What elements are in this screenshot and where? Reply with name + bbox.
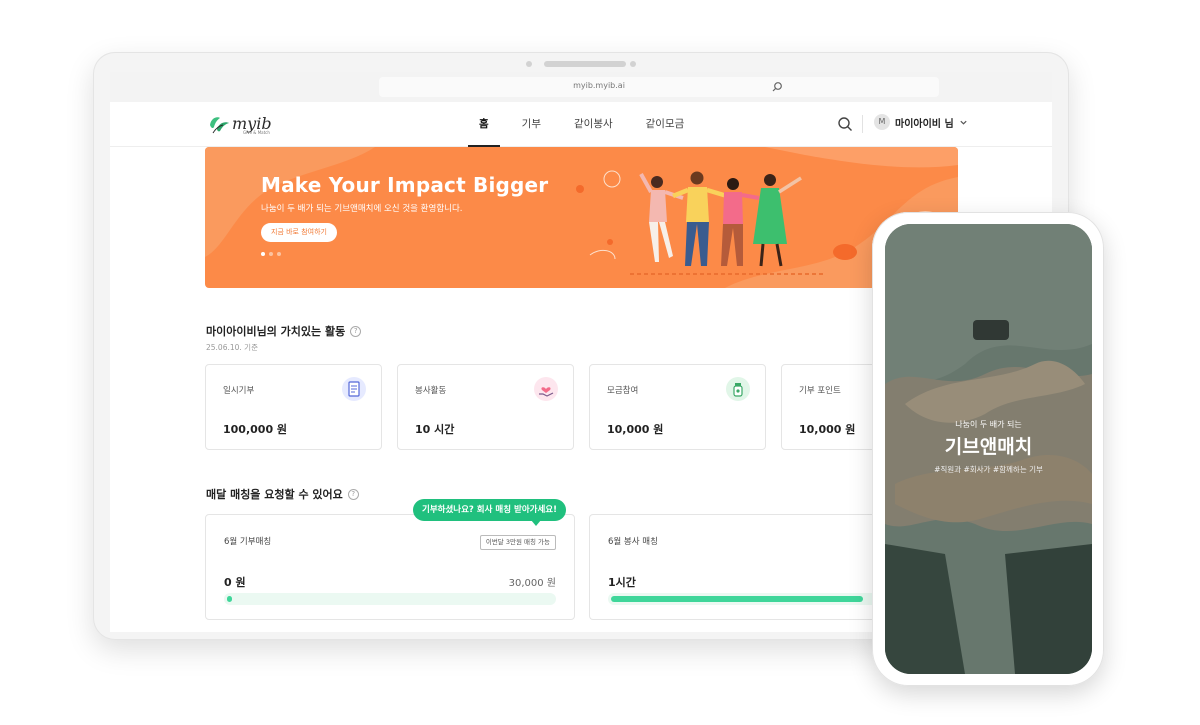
matching-current-value: 1시간 [608,576,636,589]
hero-title: Make Your Impact Bigger [261,173,549,197]
progress-bar-fill [227,596,232,602]
avatar: M [874,114,890,130]
user-name: 마이아이비 님 [895,118,954,130]
matching-title-text: 매달 매칭을 요청할 수 있어요 [206,488,343,501]
donation-matching-card[interactable]: 6월 기부매칭 이번달 3만원 매칭 가능 0 원 30,000 원 [205,514,575,620]
stat-card-one-time-donation[interactable]: 일시기부 100,000 원 [205,364,382,450]
stat-value: 10 시간 [415,423,455,436]
nav-divider [862,115,863,133]
carousel-dot[interactable] [261,252,265,256]
stat-label: 봉사활동 [415,386,447,396]
carousel-dot[interactable] [269,252,273,256]
activity-date: 25.06.10. 기준 [206,343,258,352]
stat-label: 모금참여 [607,386,639,396]
donation-jar-icon [726,377,750,401]
stat-label: 기부 포인트 [799,386,841,396]
main-menu: 홈 기부 같이봉사 같이모금 [468,102,706,147]
matching-limit-badge: 이번달 3만원 매칭 가능 [479,535,556,550]
matching-target-value: 30,000 원 [508,578,556,589]
logo-tagline: Give & Match [243,130,270,135]
user-menu[interactable]: M 마이아이비 님 [874,114,968,130]
hero-background-shapes [205,147,958,288]
activity-title-text: 마이아이비님의 가치있는 활동 [206,325,346,338]
progress-bar-fill [611,596,863,602]
hero-banner[interactable]: Make Your Impact Bigger 나눔이 두 배가 되는 기브앤매… [205,147,958,288]
matching-card-title: 6월 봉사 매칭 [608,537,658,547]
phone-device-frame: 나눔이 두 배가 되는 기브앤매치 #직원과 #회사가 #함께하는 기부 [872,212,1104,686]
stat-value: 10,000 원 [799,423,856,436]
device-speaker-slot [544,61,626,67]
hero-subtitle: 나눔이 두 배가 되는 기브앤매치에 오신 것을 환영합니다. [261,204,463,214]
tab-fundraise-together[interactable]: 같이모금 [635,102,696,147]
heart-hand-icon [534,377,558,401]
receipt-icon [342,377,366,401]
leaf-logo-icon [210,117,229,134]
device-camera-dot [630,61,636,67]
myib-logo[interactable]: myib Give & Match [207,113,272,135]
chevron-down-icon [960,120,967,125]
matching-current-value: 0 원 [224,576,246,589]
browser-address-bar: myib.myib.ai [110,72,1052,102]
carousel-dot[interactable] [277,252,281,256]
stat-label: 일시기부 [223,386,255,396]
phone-screen: 나눔이 두 배가 되는 기브앤매치 #직원과 #회사가 #함께하는 기부 [885,224,1092,674]
help-icon[interactable]: ? [350,325,362,337]
tab-donate[interactable]: 기부 [511,102,552,147]
stat-card-volunteer[interactable]: 봉사활동 10 시간 [397,364,574,450]
stat-card-fundraising[interactable]: 모금참여 10,000 원 [589,364,766,450]
phone-hashtags: #직원과 #회사가 #함께하는 기부 [934,465,1043,474]
tab-home[interactable]: 홈 [468,102,500,147]
phone-title: 기브앤매치 [944,436,1033,458]
carousel-dots [261,252,281,256]
matching-card-title: 6월 기부매칭 [224,537,272,547]
stat-value: 100,000 원 [223,423,288,436]
url-text: myib.myib.ai [573,81,625,90]
top-navigation: myib Give & Match 홈 기부 같이봉사 같이모금 M 마이아이비… [110,102,1052,147]
matching-tooltip[interactable]: 기부하셨나요? 회사 매칭 받아가세요! [413,499,566,526]
help-icon[interactable]: ? [347,488,359,500]
progress-bar [224,593,556,605]
people-celebrating-illustration [630,171,825,275]
stat-value: 10,000 원 [607,423,664,436]
tab-volunteer-together[interactable]: 같이봉사 [563,102,624,147]
activity-section-title: 마이아이비님의 가치있는 활동 ? [206,323,362,339]
join-now-button[interactable]: 지금 바로 참여하기 [261,223,337,242]
device-sensor-dot [526,61,532,67]
search-icon[interactable] [837,116,853,132]
matching-section-title: 매달 매칭을 요청할 수 있어요 ? [206,486,359,502]
url-field[interactable]: myib.myib.ai [379,77,939,97]
url-search-icon[interactable] [771,81,783,93]
phone-subtitle: 나눔이 두 배가 되는 [955,420,1022,429]
